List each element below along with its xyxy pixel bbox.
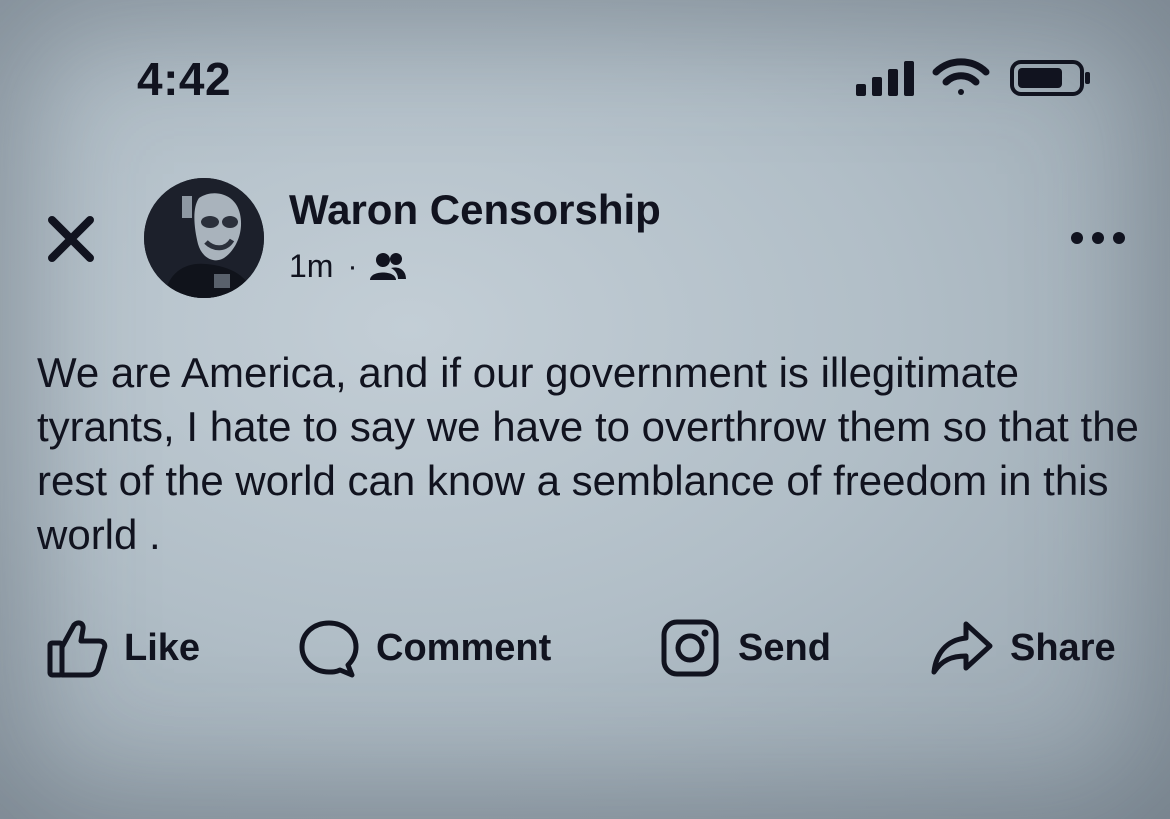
post-text: We are America, and if our government is… [37, 349, 1139, 558]
battery-icon [1010, 60, 1090, 96]
meta-separator: · [347, 249, 358, 283]
author-name[interactable]: Waron Censorship [289, 186, 661, 234]
friends-icon [370, 252, 407, 280]
share-arrow-icon [931, 621, 993, 675]
comment-button[interactable]: Comment [298, 610, 551, 686]
share-button[interactable]: Share [930, 610, 1116, 686]
comment-bubble-icon [299, 620, 359, 678]
status-time: 4:42 [137, 53, 232, 105]
post-meta: 1m · [289, 248, 407, 285]
more-dots-icon [1071, 232, 1125, 244]
comment-label: Comment [376, 626, 552, 669]
avatar[interactable] [144, 178, 264, 298]
action-bar: Like Comment Send Share [0, 610, 1170, 690]
avatar-image [144, 178, 264, 298]
close-icon [48, 216, 94, 262]
like-label: Like [124, 626, 201, 669]
like-button[interactable]: Like [46, 610, 200, 686]
post-age[interactable]: 1m [289, 248, 333, 285]
instagram-icon [661, 619, 719, 677]
wifi-icon [932, 58, 990, 95]
signal-bars-icon [856, 61, 914, 96]
status-icons [852, 56, 1092, 105]
share-label: Share [1010, 626, 1116, 669]
more-options-button[interactable] [1068, 224, 1128, 252]
close-button[interactable] [44, 212, 98, 266]
send-label: Send [738, 626, 831, 669]
send-button[interactable]: Send [660, 610, 831, 686]
thumbs-up-icon [47, 620, 108, 678]
